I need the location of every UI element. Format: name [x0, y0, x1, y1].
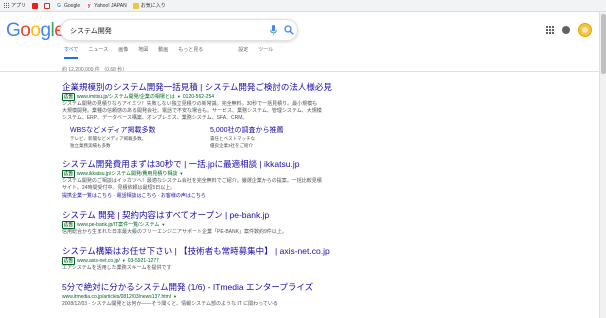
logo-letter: o: [30, 20, 41, 41]
bookmark-label: アプリ: [11, 3, 27, 9]
result-url: www.pe-bank.jp/IT案件一覧/システム: [77, 222, 160, 228]
sitelinks: WBSなどメディア掲載多数 テレビ、新聞などメディア掲載多数。 独立業務実績も多…: [70, 126, 582, 149]
ad-result: 企業規模別のシステム開発一括見積 | システム開発ご検討の法人様必見 広告 ww…: [62, 82, 582, 149]
result-description: 2008/12/03 - システム開発とは何か——そう聞くと、情報システム部のよ…: [62, 301, 278, 307]
ad-badge: 広告: [62, 93, 75, 101]
result-url: www.imitsu.jp/システム開発/企業の相場とは: [77, 94, 175, 100]
search-tabs: すべて ニュース 画像 地図 動画 もっと見る 設定 ツール: [64, 45, 273, 59]
result-description: システム開発の見積りならアイミツ！失敗しない独立見積りの新常識。完全無料。30秒…: [62, 101, 322, 121]
tab-videos[interactable]: 動画: [158, 45, 168, 59]
bookmark-folder[interactable]: お気に入り: [132, 2, 166, 9]
google-icon: G: [56, 2, 63, 9]
ad-badge: 広告: [62, 170, 75, 178]
result-title-link[interactable]: システム 開発 | 契約内容はすべてオープン | pe-bank.jp: [62, 210, 582, 221]
result-description: システム開発のご相談はイッカツへ！最適なシステム会社を完全無料でご紹介。厳選企業…: [62, 178, 322, 191]
result-description: 信用総合から生まれた日本最大級のフリーエンジニアサポート企業「PE-BANK」案…: [62, 229, 287, 235]
tab-tools[interactable]: ツール: [258, 45, 273, 59]
avatar[interactable]: [578, 23, 592, 37]
folder-icon: [132, 2, 139, 9]
result-title-link[interactable]: システム構築はお任せ下さい | 【技術者も常時募集中】 | axis-net.c…: [62, 246, 582, 257]
result-url: www.ikkatsu.jp/システム開発/費用見積り相談: [77, 171, 178, 177]
results-area: 約 12,200,000 件 （0.68 秒） 企業規模別のシステム開発一括見積…: [62, 66, 582, 318]
search-input[interactable]: [70, 24, 260, 37]
notifications-icon[interactable]: [562, 26, 570, 34]
result-description: エアシステムを活用した業務スキームを提供です: [62, 265, 172, 271]
ad-badge: 広告: [62, 221, 75, 229]
result-url-line: 広告 www.axis-net.co.jp/ ▼ 03-5921-1277: [62, 257, 582, 265]
tab-news[interactable]: ニュース: [88, 45, 108, 59]
search-box: [60, 19, 298, 41]
yahoo-icon: y: [86, 2, 93, 9]
dropdown-arrow-icon[interactable]: ▼: [177, 93, 181, 101]
dropdown-arrow-icon[interactable]: ▼: [161, 221, 165, 229]
bookmark-apps[interactable]: アプリ: [3, 2, 26, 9]
dropdown-arrow-icon[interactable]: ▼: [173, 293, 177, 301]
logo-letter: o: [20, 20, 31, 41]
result-url-line: 広告 www.ikkatsu.jp/システム開発/費用見積り相談 ▼: [62, 170, 582, 178]
result-phone[interactable]: 03-5921-1277: [128, 257, 159, 265]
result-url-line: 広告 www.imitsu.jp/システム開発/企業の相場とは ▼ 0120-5…: [62, 93, 582, 101]
bookmark-label: Google: [64, 2, 81, 9]
tab-settings[interactable]: 設定: [238, 45, 248, 59]
ad-result: システム開発費用まずは30秒で | 一括.jpに最適相談 | ikkatsu.j…: [62, 159, 582, 200]
search-icon[interactable]: [284, 25, 294, 35]
tab-all[interactable]: すべて: [64, 45, 79, 59]
bookmark-label: お気に入り: [140, 3, 166, 9]
sitelink-title[interactable]: WBSなどメディア掲載多数: [70, 126, 170, 136]
youtube-icon: [32, 2, 39, 9]
result-title-link[interactable]: システム開発費用まずは30秒で | 一括.jpに最適相談 | ikkatsu.j…: [62, 159, 582, 170]
dropdown-arrow-icon[interactable]: ▼: [122, 257, 126, 265]
result-title-link[interactable]: 5分で絶対に分かるシステム開発 (1/6) - ITmedia エンタープライズ: [62, 282, 582, 293]
gmail-icon: [44, 2, 51, 9]
scrollbar-thumb[interactable]: [601, 14, 606, 74]
google-logo[interactable]: Google: [6, 20, 65, 42]
sitelink-title[interactable]: 5,000社の調査から推薦: [210, 126, 310, 136]
bookmark-youtube[interactable]: [32, 2, 39, 9]
sitelink-desc: 優良企業3社をご紹介: [210, 142, 254, 148]
sitelink: WBSなどメディア掲載多数 テレビ、新聞などメディア掲載多数。 独立業務実績も多…: [70, 126, 170, 149]
bookmark-yahoo[interactable]: y Yahoo! JAPAN: [86, 2, 127, 9]
tab-more[interactable]: もっと見る: [178, 45, 203, 59]
result-url: www.itmedia.co.jp/articles/0812/03/news1…: [62, 294, 171, 300]
result-phone[interactable]: 0120-562-254: [183, 93, 214, 101]
bookmark-gmail[interactable]: [44, 2, 51, 9]
tab-images[interactable]: 画像: [118, 45, 128, 59]
result-stats: 約 12,200,000 件 （0.68 秒）: [62, 67, 128, 73]
ad-badge: 広告: [62, 257, 75, 265]
result-url: www.axis-net.co.jp/: [77, 258, 120, 264]
logo-letter: G: [6, 20, 21, 41]
microphone-icon[interactable]: [269, 25, 278, 36]
search-header: Google すべて ニュース 画像 地図 動画 もっと見る 設定 ツール: [0, 12, 606, 72]
bookmark-label: Yahoo! JAPAN: [94, 2, 127, 9]
bookmarks-bar: アプリ G Google y Yahoo! JAPAN お気に入り: [0, 0, 606, 12]
ad-result: システム構築はお任せ下さい | 【技術者も常時募集中】 | axis-net.c…: [62, 246, 582, 272]
apps-icon: [3, 3, 9, 9]
logo-letter: g: [40, 20, 51, 41]
ad-result: システム 開発 | 契約内容はすべてオープン | pe-bank.jp 広告 w…: [62, 210, 582, 236]
sitelink-desc: 独立業務実績も多数: [70, 142, 111, 148]
organic-result: 5分で絶対に分かるシステム開発 (1/6) - ITmedia エンタープライズ…: [62, 282, 582, 308]
sitelink: 5,000社の調査から推薦 責任とベストマッチな 優良企業3社をご紹介: [210, 126, 310, 149]
page-scrollbar[interactable]: [599, 12, 606, 318]
result-url-line: 広告 www.pe-bank.jp/IT案件一覧/システム ▼: [62, 221, 582, 229]
bookmark-google[interactable]: G Google: [56, 2, 81, 9]
dropdown-arrow-icon[interactable]: ▼: [179, 170, 183, 178]
account-area: [546, 23, 592, 37]
result-extra-links[interactable]: 提携企業一覧はこちら · 電話相談はこちら · お客様の声はこちら: [62, 193, 582, 200]
apps-grid-icon[interactable]: [546, 26, 554, 34]
result-title-link[interactable]: 企業規模別のシステム開発一括見積 | システム開発ご検討の法人様必見: [62, 82, 582, 93]
result-url-line: www.itmedia.co.jp/articles/0812/03/news1…: [62, 293, 582, 301]
tab-maps[interactable]: 地図: [138, 45, 148, 59]
